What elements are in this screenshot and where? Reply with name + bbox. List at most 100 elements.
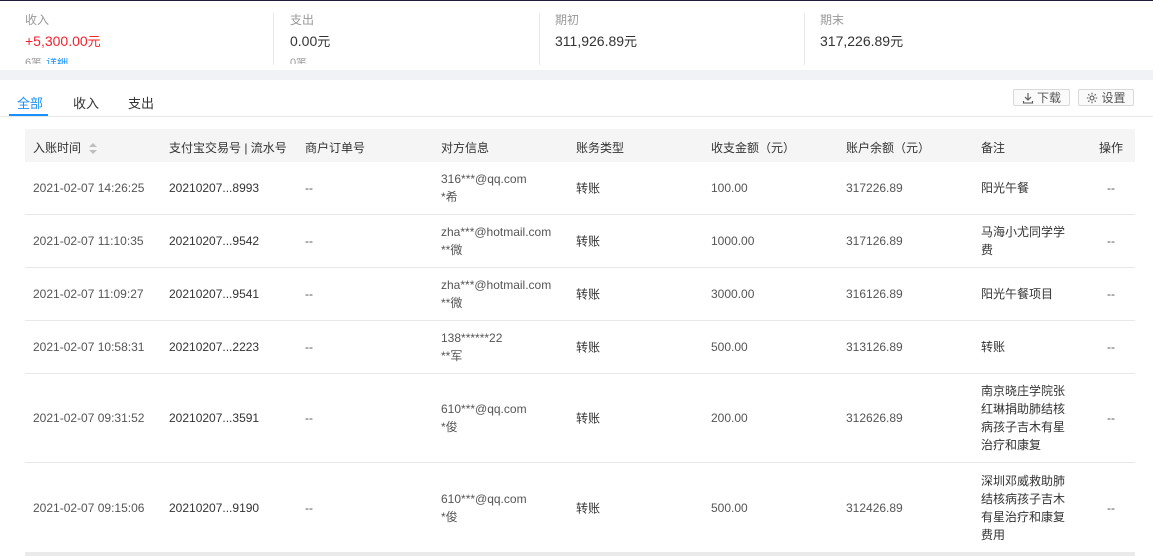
divider xyxy=(273,13,274,65)
transactions-panel: 全部 收入 支出 下载 设置 入账时间 支付宝交易号 | 流水号 商户订单号 对… xyxy=(0,80,1153,556)
header-balance: 账户余额（元） xyxy=(846,141,931,155)
cell-order-no: -- xyxy=(305,411,313,425)
party-account: 610***@qq.com xyxy=(441,402,527,416)
cell-party: 610***@qq.com *俊 xyxy=(441,400,527,436)
cell-note: 马海小尤同学学费 xyxy=(981,225,1066,257)
summary-panel: 收入 +5,300.00元 6笔 详细 支出 0.00元 0笔 期初 311,92… xyxy=(0,0,1153,70)
cell-note: 深圳邓威救助肺结核病孩子吉木有星治疗和康复费用 xyxy=(981,473,1066,542)
cell-party: zha***@hotmail.com **微 xyxy=(441,276,551,312)
table-row: 2021-02-07 11:10:35 20210207...9542 -- z… xyxy=(25,215,1135,268)
party-name: **微 xyxy=(441,296,463,310)
cell-balance: 317226.89 xyxy=(846,181,903,195)
expense-label: 支出 xyxy=(290,13,315,27)
income-label: 收入 xyxy=(25,13,50,27)
header-trade-no: 支付宝交易号 | 流水号 xyxy=(169,141,287,155)
cell-note: 阳光午餐 xyxy=(981,181,1030,195)
opening-amount: 311,926.89元 xyxy=(555,31,637,50)
gear-icon xyxy=(1087,92,1098,103)
opening-unit: 元 xyxy=(624,34,638,49)
cell-order-no: -- xyxy=(305,287,313,301)
header-time-label: 入账时间 xyxy=(33,141,82,155)
cell-type: 转账 xyxy=(576,181,601,196)
party-name: **军 xyxy=(441,349,463,363)
expense-count: 0笔 xyxy=(290,58,308,64)
cell-amount: 500.00 xyxy=(711,500,748,515)
party-account: 138******22 xyxy=(441,331,503,345)
cell-balance: 317126.89 xyxy=(846,234,903,248)
cell-trade-no[interactable]: 20210207...8993 xyxy=(169,181,259,195)
income-value: +5,300.00 xyxy=(25,33,88,49)
cell-trade-no[interactable]: 20210207...3591 xyxy=(169,411,259,425)
cell-time: 2021-02-07 11:09:27 xyxy=(33,287,144,301)
cell-trade-no[interactable]: 20210207...2223 xyxy=(169,340,259,354)
download-label: 下载 xyxy=(1036,91,1061,105)
cell-type: 转账 xyxy=(576,234,601,249)
table-row: 2021-02-07 11:09:27 20210207...9541 -- z… xyxy=(25,268,1135,321)
party-name: *俊 xyxy=(441,420,458,434)
closing-unit: 元 xyxy=(890,34,904,49)
cell-trade-no[interactable]: 20210207...9542 xyxy=(169,234,259,248)
cell-trade-no[interactable]: 20210207...9190 xyxy=(169,501,259,515)
party-account: 610***@qq.com xyxy=(441,491,527,506)
cell-balance: 312626.89 xyxy=(846,411,903,425)
cell-note: 转账 xyxy=(981,340,1006,354)
party-name: *俊 xyxy=(441,509,458,524)
table-row: 2021-02-07 09:15:06 20210207...9190 -- 6… xyxy=(25,463,1135,552)
cell-action: -- xyxy=(1107,500,1115,515)
cell-amount: 3000.00 xyxy=(711,287,755,301)
expense-amount: 0.00元 xyxy=(290,31,330,50)
cell-order-no: -- xyxy=(305,234,313,248)
header-action: 操作 xyxy=(1099,141,1124,155)
cell-action: -- xyxy=(1107,411,1115,425)
income-unit: 元 xyxy=(87,34,101,49)
cell-order-no: -- xyxy=(305,500,313,515)
sort-icon[interactable] xyxy=(89,142,98,155)
cell-trade-no[interactable]: 20210207...9541 xyxy=(169,287,259,301)
expense-unit: 元 xyxy=(317,34,331,49)
cell-party: 316***@qq.com *希 xyxy=(441,170,527,206)
table-header: 入账时间 支付宝交易号 | 流水号 商户订单号 对方信息 账务类型 收支金额（元… xyxy=(25,129,1135,162)
cell-party: zha***@hotmail.com **微 xyxy=(441,223,551,259)
table-row: 2021-02-07 10:58:31 20210207...2223 -- 1… xyxy=(25,321,1135,374)
closing-amount: 317,226.89元 xyxy=(820,31,903,50)
divider xyxy=(804,13,805,65)
cell-order-no: -- xyxy=(305,181,313,195)
divider xyxy=(539,13,540,65)
table-footer-edge xyxy=(25,552,1135,556)
tab-all[interactable]: 全部 xyxy=(17,93,43,112)
cell-balance: 313126.89 xyxy=(846,340,903,354)
cell-action: -- xyxy=(1107,287,1115,301)
active-tab-indicator xyxy=(9,114,48,116)
settings-button[interactable]: 设置 xyxy=(1078,89,1134,106)
download-button[interactable]: 下载 xyxy=(1013,89,1070,106)
income-detail-link[interactable]: 详细 xyxy=(46,58,68,64)
table-row: 2021-02-07 09:31:52 20210207...3591 -- 6… xyxy=(25,374,1135,463)
header-type: 账务类型 xyxy=(576,141,625,155)
party-account: zha***@hotmail.com xyxy=(441,225,552,239)
tab-income[interactable]: 收入 xyxy=(73,93,99,112)
tab-bar: 全部 收入 支出 下载 设置 xyxy=(0,80,1153,117)
tab-expense[interactable]: 支出 xyxy=(128,93,154,112)
header-note: 备注 xyxy=(981,141,1006,155)
opening-value: 311,926.89 xyxy=(555,33,625,49)
closing-value: 317,226.89 xyxy=(820,33,891,49)
cell-time: 2021-02-07 09:15:06 xyxy=(33,500,145,515)
header-order-no: 商户订单号 xyxy=(305,141,366,155)
expense-value: 0.00 xyxy=(290,33,318,49)
cell-time: 2021-02-07 10:58:31 xyxy=(33,340,145,354)
cell-type: 转账 xyxy=(576,411,601,426)
transactions-table: 入账时间 支付宝交易号 | 流水号 商户订单号 对方信息 账务类型 收支金额（元… xyxy=(25,129,1135,552)
cell-time: 2021-02-07 11:10:35 xyxy=(33,234,144,248)
cell-time: 2021-02-07 09:31:52 xyxy=(33,411,145,425)
table-row: 2021-02-07 14:26:25 20210207...8993 -- 3… xyxy=(25,162,1135,215)
cell-party: 138******22 **军 xyxy=(441,329,502,365)
closing-label: 期末 xyxy=(820,13,845,27)
cell-amount: 100.00 xyxy=(711,181,748,195)
cell-amount: 1000.00 xyxy=(711,234,755,248)
party-name: **微 xyxy=(441,243,463,257)
cell-balance: 316126.89 xyxy=(846,287,903,301)
header-time[interactable]: 入账时间 xyxy=(33,139,98,156)
cell-balance: 312426.89 xyxy=(846,500,903,515)
cell-amount: 200.00 xyxy=(711,411,748,425)
header-party: 对方信息 xyxy=(441,141,490,155)
